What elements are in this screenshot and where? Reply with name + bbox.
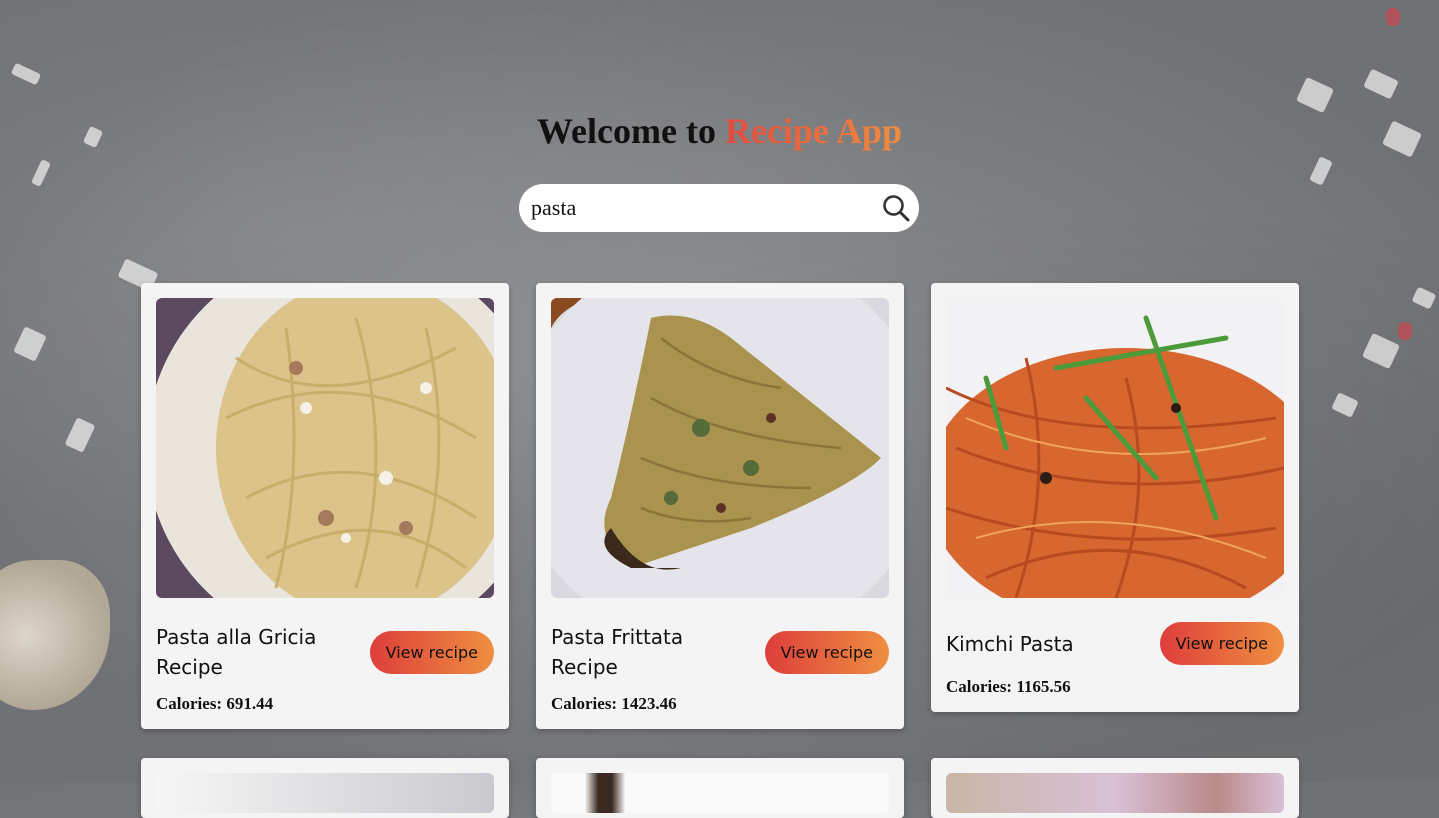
search-input[interactable] bbox=[529, 194, 881, 222]
background-garlic bbox=[0, 560, 110, 710]
recipe-card: Kimchi Pasta View recipe Calories: 1165.… bbox=[931, 283, 1299, 712]
title-accent: Recipe App bbox=[724, 111, 902, 151]
view-recipe-button[interactable]: View recipe bbox=[369, 630, 494, 674]
recipe-calories: Calories: 691.44 bbox=[156, 694, 274, 713]
recipe-image bbox=[946, 298, 1284, 598]
view-recipe-button[interactable]: View recipe bbox=[764, 630, 889, 674]
recipe-card: Pasta alla Gricia Recipe View recipe Cal… bbox=[141, 283, 509, 729]
page-title: Welcome to Recipe App bbox=[0, 110, 1439, 152]
background-pepper bbox=[1398, 322, 1412, 340]
background-speck bbox=[1309, 156, 1333, 186]
view-recipe-button[interactable]: View recipe bbox=[1159, 622, 1284, 665]
recipe-card bbox=[536, 758, 904, 818]
recipe-calories: Calories: 1423.46 bbox=[551, 694, 677, 713]
background-speck bbox=[1295, 76, 1335, 114]
recipe-image bbox=[551, 773, 889, 813]
recipe-card bbox=[141, 758, 509, 818]
recipe-name: Kimchi Pasta bbox=[946, 631, 1074, 656]
search-bar bbox=[519, 184, 919, 232]
background-speck bbox=[30, 159, 52, 187]
recipe-name: Pasta Frittata Recipe bbox=[551, 625, 684, 679]
recipe-calories: Calories: 1165.56 bbox=[946, 677, 1071, 696]
recipe-card: Pasta Frittata Recipe View recipe Calori… bbox=[536, 283, 904, 729]
recipe-image bbox=[946, 773, 1284, 813]
background-speck bbox=[10, 62, 42, 86]
background-speck bbox=[13, 326, 47, 362]
background-speck bbox=[1411, 286, 1437, 310]
search-icon[interactable] bbox=[881, 193, 911, 223]
background-pepper bbox=[1386, 8, 1400, 26]
recipe-card bbox=[931, 758, 1299, 818]
title-prefix: Welcome to bbox=[537, 111, 716, 151]
background-speck bbox=[64, 417, 96, 453]
recipe-image bbox=[156, 298, 494, 598]
recipe-image bbox=[551, 298, 889, 598]
background-speck bbox=[1331, 392, 1359, 418]
recipe-name: Pasta alla Gricia Recipe bbox=[156, 625, 317, 679]
background-speck bbox=[1361, 332, 1401, 370]
background-speck bbox=[1363, 68, 1399, 100]
recipe-image bbox=[156, 773, 494, 813]
